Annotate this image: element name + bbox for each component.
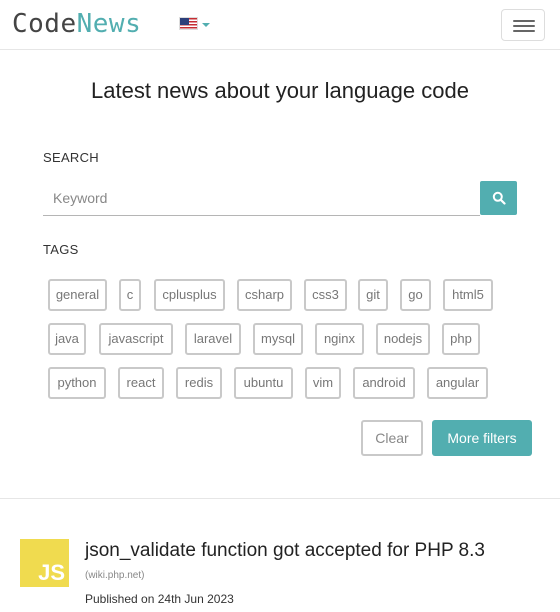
tag-java[interactable]: java <box>48 323 86 355</box>
tag-laravel[interactable]: laravel <box>185 323 241 355</box>
tag-c[interactable]: c <box>119 279 141 311</box>
tag-html5[interactable]: html5 <box>443 279 493 311</box>
brand-logo[interactable]: CodeNews <box>12 9 141 39</box>
tag-css3[interactable]: css3 <box>304 279 347 311</box>
divider <box>0 498 560 499</box>
more-filters-button[interactable]: More filters <box>432 420 532 456</box>
hamburger-icon-bar <box>513 25 535 27</box>
tag-nodejs[interactable]: nodejs <box>376 323 430 355</box>
tag-javascript[interactable]: javascript <box>99 323 173 355</box>
brand-news: News <box>76 9 142 39</box>
tag-general[interactable]: general <box>48 279 107 311</box>
news-source: (wiki.php.net) <box>85 570 145 581</box>
tag-angular[interactable]: angular <box>427 367 488 399</box>
caret-down-icon <box>202 22 210 27</box>
search-button[interactable] <box>480 181 517 215</box>
tag-git[interactable]: git <box>358 279 388 311</box>
tag-mysql[interactable]: mysql <box>253 323 303 355</box>
tag-android[interactable]: android <box>353 367 415 399</box>
tag-redis[interactable]: redis <box>176 367 222 399</box>
tag-nginx[interactable]: nginx <box>315 323 364 355</box>
page-headline: Latest news about your language code <box>91 78 469 103</box>
us-flag-icon <box>179 17 198 30</box>
brand-code: Code <box>12 9 77 39</box>
navbar: CodeNews <box>0 0 560 50</box>
logo-text: JS <box>38 560 65 585</box>
tag-cplusplus[interactable]: cplusplus <box>154 279 225 311</box>
tag-python[interactable]: python <box>48 367 106 399</box>
clear-button[interactable]: Clear <box>361 420 423 456</box>
news-title-link[interactable]: json_validate function got accepted for … <box>85 540 485 562</box>
javascript-logo-icon: JS <box>20 539 69 587</box>
search-icon <box>492 191 506 205</box>
hamburger-icon-bar <box>513 30 535 32</box>
tag-csharp[interactable]: csharp <box>237 279 292 311</box>
language-dropdown[interactable] <box>179 17 210 30</box>
tag-go[interactable]: go <box>400 279 431 311</box>
tag-vim[interactable]: vim <box>305 367 341 399</box>
search-input[interactable] <box>43 181 480 216</box>
news-date: Published on 24th Jun 2023 <box>85 592 234 606</box>
tags-label: TAGS <box>43 242 79 257</box>
tag-ubuntu[interactable]: ubuntu <box>234 367 293 399</box>
search-label: SEARCH <box>43 150 99 165</box>
tag-php[interactable]: php <box>442 323 480 355</box>
tag-react[interactable]: react <box>118 367 164 399</box>
menu-toggle-button[interactable] <box>501 9 545 41</box>
hamburger-icon-bar <box>513 20 535 22</box>
